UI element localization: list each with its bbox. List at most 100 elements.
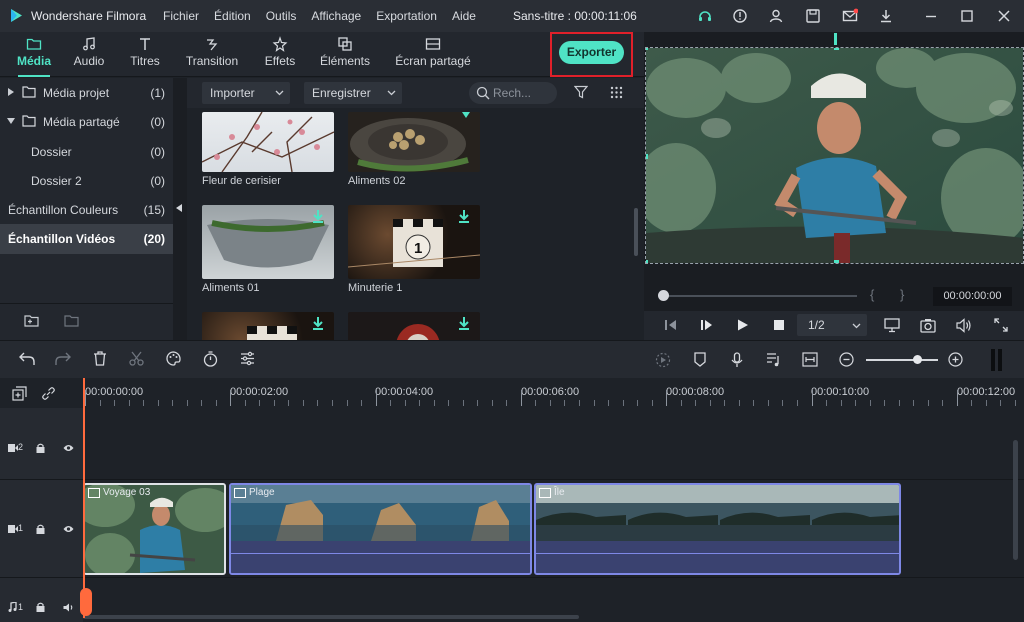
timeline-clip-ile[interactable]: Île xyxy=(534,483,901,575)
mail-icon[interactable] xyxy=(842,8,858,24)
tab-audio[interactable]: Audio xyxy=(70,32,108,77)
library-dossier[interactable]: Dossier (0) xyxy=(0,137,173,165)
lock-icon[interactable] xyxy=(36,602,45,612)
eye-icon[interactable] xyxy=(63,444,74,452)
add-track-icon[interactable] xyxy=(12,386,27,401)
timeline-clip-plage[interactable]: Plage xyxy=(229,483,532,575)
library-media-partage[interactable]: Média partagé (0) xyxy=(0,107,173,135)
lock-icon[interactable] xyxy=(36,443,45,453)
panel-collapse-handle[interactable] xyxy=(173,78,187,340)
fit-timeline-icon[interactable] xyxy=(802,352,818,367)
marker-icon[interactable] xyxy=(693,352,707,367)
color-palette-icon[interactable] xyxy=(166,351,181,366)
timeline-vertical-scrollbar[interactable] xyxy=(1013,440,1018,560)
stop-icon[interactable] xyxy=(774,320,784,330)
library-media-projet[interactable]: Média projet (1) xyxy=(0,78,173,106)
folder-outline-icon[interactable] xyxy=(64,314,80,328)
media-thumb-aliments-02[interactable] xyxy=(348,112,480,172)
panel-splitter[interactable] xyxy=(991,349,995,371)
zoom-slider-knob[interactable] xyxy=(913,355,922,364)
fullscreen-icon[interactable] xyxy=(994,318,1008,332)
download-badge-icon[interactable] xyxy=(460,112,472,122)
snapshot-icon[interactable] xyxy=(920,318,936,333)
grid-view-icon[interactable] xyxy=(610,86,623,99)
previous-frame-icon[interactable] xyxy=(664,319,677,331)
resize-handle[interactable] xyxy=(646,48,648,50)
video-track-2[interactable] xyxy=(83,408,1024,480)
tab-ecran-partage[interactable]: Écran partagé xyxy=(395,32,471,77)
delete-icon[interactable] xyxy=(93,351,107,366)
menu-aide[interactable]: Aide xyxy=(452,9,476,23)
media-thumb-partial[interactable] xyxy=(202,312,334,340)
tab-elements[interactable]: Éléments xyxy=(318,32,372,77)
download-icon[interactable] xyxy=(878,8,894,24)
menu-fichier[interactable]: Fichier xyxy=(163,9,199,23)
timeline-horizontal-scrollbar[interactable] xyxy=(83,615,579,619)
playhead-handle[interactable] xyxy=(80,588,92,616)
zoom-out-icon[interactable] xyxy=(839,352,854,367)
import-dropdown[interactable]: Importer xyxy=(202,82,290,104)
render-preview-icon[interactable] xyxy=(655,352,671,368)
record-dropdown[interactable]: Enregistrer xyxy=(304,82,402,104)
menu-outils[interactable]: Outils xyxy=(266,9,297,23)
playhead[interactable] xyxy=(83,378,85,618)
tab-media[interactable]: Média xyxy=(14,32,54,77)
collapse-arrow-icon[interactable] xyxy=(7,118,15,124)
mark-out-icon[interactable]: } xyxy=(900,287,904,302)
display-settings-icon[interactable] xyxy=(884,318,900,333)
speed-timer-icon[interactable] xyxy=(203,351,218,367)
microphone-icon[interactable] xyxy=(730,352,744,368)
redo-icon[interactable] xyxy=(55,352,71,366)
speaker-icon[interactable] xyxy=(63,603,74,612)
collapse-left-icon[interactable] xyxy=(176,204,182,212)
preview-scrubber-knob[interactable] xyxy=(658,290,669,301)
resize-handle[interactable] xyxy=(646,154,648,159)
minimize-icon[interactable] xyxy=(923,8,939,24)
export-button[interactable]: Exporter xyxy=(559,41,624,64)
expand-arrow-icon[interactable] xyxy=(8,88,14,96)
preview-quality-select[interactable]: 1/2 xyxy=(797,314,867,336)
preview-scrubber-track[interactable] xyxy=(663,295,857,297)
rotate-handle[interactable] xyxy=(834,33,837,45)
voiceover-list-icon[interactable] xyxy=(766,352,781,367)
link-icon[interactable] xyxy=(41,386,56,401)
user-icon[interactable] xyxy=(768,8,784,24)
play-icon[interactable] xyxy=(737,319,749,331)
media-thumb-minuterie-1[interactable]: 1 xyxy=(348,205,480,279)
video-track-1[interactable]: Voyage 03 Plage Île xyxy=(83,480,1024,578)
tab-effets[interactable]: Effets xyxy=(259,32,301,77)
tab-transition[interactable]: Transition xyxy=(182,32,242,77)
download-badge-icon[interactable] xyxy=(312,317,324,330)
maximize-icon[interactable] xyxy=(959,8,975,24)
info-icon[interactable] xyxy=(732,8,748,24)
filter-icon[interactable] xyxy=(574,85,588,99)
library-dossier-2[interactable]: Dossier 2 (0) xyxy=(0,166,173,194)
timeline-ruler[interactable]: 00:00:00:00 00:00:02:00 00:00:04:00 00:0… xyxy=(0,378,1024,408)
media-thumb-partial[interactable] xyxy=(348,312,480,340)
cut-icon[interactable] xyxy=(129,351,144,366)
menu-edition[interactable]: Édition xyxy=(214,9,251,23)
library-echantillon-couleurs[interactable]: Échantillon Couleurs (15) xyxy=(0,195,173,223)
save-icon[interactable] xyxy=(805,8,821,24)
close-icon[interactable] xyxy=(996,8,1012,24)
resize-handle[interactable] xyxy=(834,48,839,50)
next-frame-icon[interactable] xyxy=(700,319,713,331)
tab-titres[interactable]: Titres xyxy=(125,32,165,77)
volume-icon[interactable] xyxy=(956,318,972,333)
lock-icon[interactable] xyxy=(36,524,45,534)
new-folder-icon[interactable] xyxy=(24,314,40,328)
eye-icon[interactable] xyxy=(63,525,74,533)
download-badge-icon[interactable] xyxy=(458,210,470,223)
timeline-clip-voyage-03[interactable]: Voyage 03 xyxy=(83,483,226,575)
media-thumb-aliments-01[interactable] xyxy=(202,205,334,279)
search-input[interactable]: Rech... xyxy=(469,82,557,104)
media-scrollbar[interactable] xyxy=(634,208,638,256)
headset-icon[interactable] xyxy=(697,8,713,24)
menu-affichage[interactable]: Affichage xyxy=(311,9,361,23)
undo-icon[interactable] xyxy=(19,352,35,366)
mark-in-icon[interactable]: { xyxy=(870,287,874,302)
download-badge-icon[interactable] xyxy=(458,317,470,330)
menu-exportation[interactable]: Exportation xyxy=(376,9,437,23)
zoom-slider-track[interactable] xyxy=(866,359,938,361)
media-thumb-fleur-de-cerisier[interactable] xyxy=(202,112,334,172)
